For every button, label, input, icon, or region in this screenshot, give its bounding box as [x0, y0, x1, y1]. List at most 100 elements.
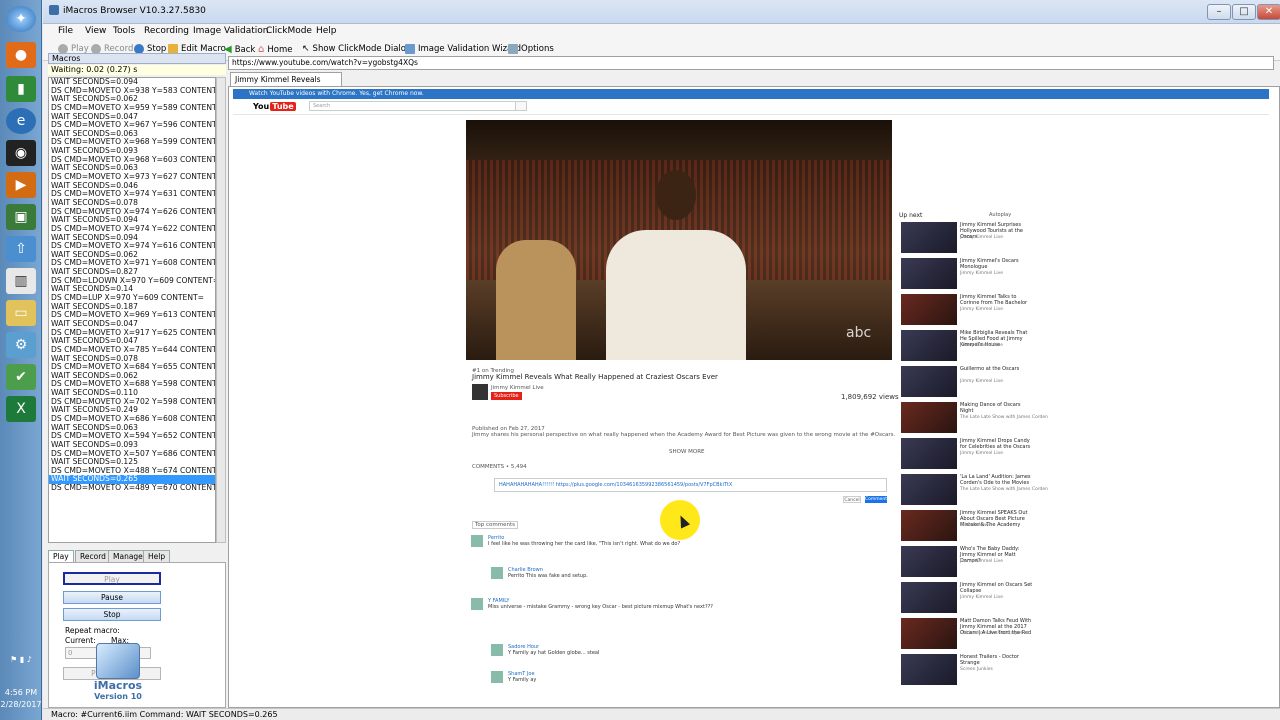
recommended-video[interactable]: Jimmy Kimmel Talks to Corinne from The B… — [901, 294, 1036, 326]
video-thumbnail[interactable] — [901, 546, 957, 577]
recommended-video[interactable]: Who's The Baby Daddy: Jimmy Kimmel or Ma… — [901, 546, 1036, 578]
tool-icon[interactable]: ⇧ — [6, 236, 36, 262]
recommended-video-title[interactable]: Honest Trailers - Doctor Strange — [960, 654, 1034, 666]
comment-button[interactable]: Comment — [865, 496, 887, 503]
start-button[interactable]: ✦ — [6, 6, 36, 32]
title-bar: iMacros Browser V10.3.27.5830 – □ ✕ — [43, 0, 1280, 24]
recommended-video[interactable]: Jimmy Kimmel SPEAKS Out About Oscars Bes… — [901, 510, 1036, 542]
recommended-video[interactable]: Guillermo at the Oscars Jimmy Kimmel Live — [901, 366, 1036, 398]
menu-file[interactable]: File — [58, 26, 73, 36]
pause-button[interactable]: Pause — [63, 591, 161, 604]
maximize-button[interactable]: □ — [1232, 4, 1256, 20]
tab-manage[interactable]: Manage — [108, 550, 148, 562]
firefox-icon[interactable]: ● — [6, 42, 36, 68]
recommended-video[interactable]: Jimmy Kimmel Surprises Hollywood Tourist… — [901, 222, 1036, 254]
video-thumbnail[interactable] — [901, 474, 957, 505]
video-thumbnail[interactable] — [901, 582, 957, 613]
web-viewport: Watch YouTube videos with Chrome. Yes, g… — [228, 86, 1280, 708]
recommended-video[interactable]: Jimmy Kimmel on Oscars Set Collapse Jimmy… — [901, 582, 1036, 614]
recommended-video[interactable]: Jimmy Kimmel's Oscars Monologue Jimmy Kim… — [901, 258, 1036, 290]
macro-line[interactable]: DS CMD=MOVETO X=489 Y=670 CONTENT= — [49, 483, 215, 493]
channel-name[interactable]: Jimmy Kimmel Live — [491, 385, 544, 391]
camera-icon[interactable]: ◉ — [6, 140, 36, 166]
close-button[interactable]: ✕ — [1257, 4, 1280, 20]
video-thumbnail[interactable] — [901, 258, 957, 289]
up-next-label: Up next — [899, 212, 923, 219]
chrome-banner[interactable]: Watch YouTube videos with Chrome. Yes, g… — [233, 89, 1269, 99]
recommended-video[interactable]: Making Dance of Oscars Night The Late Lat… — [901, 402, 1048, 434]
video-thumbnail[interactable] — [901, 654, 957, 685]
excel-icon[interactable]: X — [6, 396, 36, 422]
video-player[interactable]: abc — [466, 120, 892, 360]
search-input[interactable]: Search — [309, 101, 525, 111]
play-button[interactable]: Play — [63, 572, 161, 585]
waiting-status: Waiting: 0.02 (0.27) s — [48, 65, 226, 75]
recommended-video-title[interactable]: Jimmy Kimmel Drops Candy for Celebrities… — [960, 438, 1034, 450]
recommended-video-channel: Jimmy Kimmel Live — [960, 559, 1004, 564]
logo-text: iMacros — [93, 679, 143, 692]
video-thumbnail[interactable] — [901, 222, 957, 253]
video-thumbnail[interactable] — [901, 438, 957, 469]
menu-help[interactable]: Help — [316, 26, 337, 36]
video-thumbnail[interactable] — [901, 330, 957, 361]
avatar — [471, 535, 483, 547]
recommended-video[interactable]: 'La La Land' Audition: James Corden's Od… — [901, 474, 1048, 506]
recommended-video-channel: Jimmy Kimmel Live — [960, 235, 1004, 240]
comment-text: Miss universe - mistake Grammy - wrong k… — [488, 604, 713, 610]
subscribe-button[interactable]: Subscribe — [491, 392, 522, 400]
recommended-video[interactable]: Honest Trailers - Doctor Strange Screen J… — [901, 654, 1036, 686]
gear-icon[interactable]: ⚙ — [6, 332, 36, 358]
comment-text: Y Family ay hat Golden globe... steal — [508, 650, 600, 656]
recommended-video-title[interactable]: Guillermo at the Oscars — [960, 366, 1034, 372]
tab-record[interactable]: Record — [75, 550, 111, 562]
menu-recording[interactable]: Recording — [144, 26, 189, 36]
video-thumbnail[interactable] — [901, 618, 957, 649]
video-thumbnail[interactable] — [901, 366, 957, 397]
tab-help[interactable]: Help — [143, 550, 171, 562]
youtube-logo[interactable]: You Tube — [253, 102, 296, 111]
browser-tab[interactable]: Jimmy Kimmel Reveals What R... — [230, 72, 342, 97]
channel-avatar[interactable] — [472, 384, 488, 400]
avatar — [491, 644, 503, 656]
search-icon[interactable] — [515, 101, 527, 111]
recommended-video-title[interactable]: Jimmy Kimmel's Oscars Monologue — [960, 258, 1034, 270]
recommended-video[interactable]: Mike Birbiglia Reveals That He Spilled F… — [901, 330, 1036, 362]
folder-icon[interactable]: ▭ — [6, 300, 36, 326]
sort-comments-dropdown[interactable]: Top comments — [472, 521, 519, 529]
comments-count: COMMENTS • 5,494 — [472, 464, 527, 470]
check-icon[interactable]: ✔ — [6, 364, 36, 390]
tray-icons[interactable]: ⚑ ▮ ♪ — [0, 655, 42, 664]
comment-input[interactable]: HAHAHAHAHAHA!!!!!! https://plus.google.c… — [494, 478, 887, 492]
barcode-icon[interactable]: ▥ — [6, 268, 36, 294]
tab-play[interactable]: Play — [48, 550, 74, 562]
autoplay-toggle[interactable]: Autoplay — [989, 212, 1011, 218]
minimize-button[interactable]: – — [1207, 4, 1231, 20]
recommended-video-channel: Jimmy Kimmel Live — [960, 271, 1004, 276]
show-more-button[interactable]: SHOW MORE — [669, 449, 705, 455]
video-thumbnail[interactable] — [901, 402, 957, 433]
url-bar[interactable]: https://www.youtube.com/watch?v=ygobstg4… — [228, 56, 1274, 70]
video-thumbnail[interactable] — [901, 294, 957, 325]
recommended-video-title[interactable]: Jimmy Kimmel Talks to Corinne from The B… — [960, 294, 1034, 306]
avatar — [471, 598, 483, 610]
comment-text: Perrito This was fake and setup. — [508, 573, 588, 579]
media-icon[interactable]: ▶ — [6, 172, 36, 198]
menu-view[interactable]: View — [85, 26, 106, 36]
menu-clickmode[interactable]: ClickMode — [266, 26, 312, 36]
menu-tools[interactable]: Tools — [113, 26, 135, 36]
recommended-video-channel: Jimmy Kimmel Live — [960, 379, 1004, 384]
recommended-video-title[interactable]: Jimmy Kimmel on Oscars Set Collapse — [960, 582, 1034, 594]
menu-image-validation[interactable]: Image Validation — [193, 26, 269, 36]
macro-list[interactable]: WAIT SECONDS=0.094 DS CMD=MOVETO X=938 Y=… — [48, 77, 216, 543]
monitor-icon[interactable]: ▣ — [6, 204, 36, 230]
stop-button[interactable]: Stop — [63, 608, 161, 621]
recommended-video-title[interactable]: Making Dance of Oscars Night — [960, 402, 1034, 414]
macro-list-scrollbar[interactable] — [216, 77, 226, 543]
ie-icon[interactable]: e — [6, 108, 36, 134]
app-icon[interactable]: ▮ — [6, 76, 36, 102]
recommended-video[interactable]: Jimmy Kimmel Drops Candy for Celebrities… — [901, 438, 1036, 470]
cancel-comment-button[interactable]: Cancel — [843, 496, 861, 503]
recommended-video-title[interactable]: 'La La Land' Audition: James Corden's Od… — [960, 474, 1034, 486]
video-thumbnail[interactable] — [901, 510, 957, 541]
recommended-video[interactable]: Matt Damon Talks Feud With Jimmy Kimmel … — [901, 618, 1036, 650]
